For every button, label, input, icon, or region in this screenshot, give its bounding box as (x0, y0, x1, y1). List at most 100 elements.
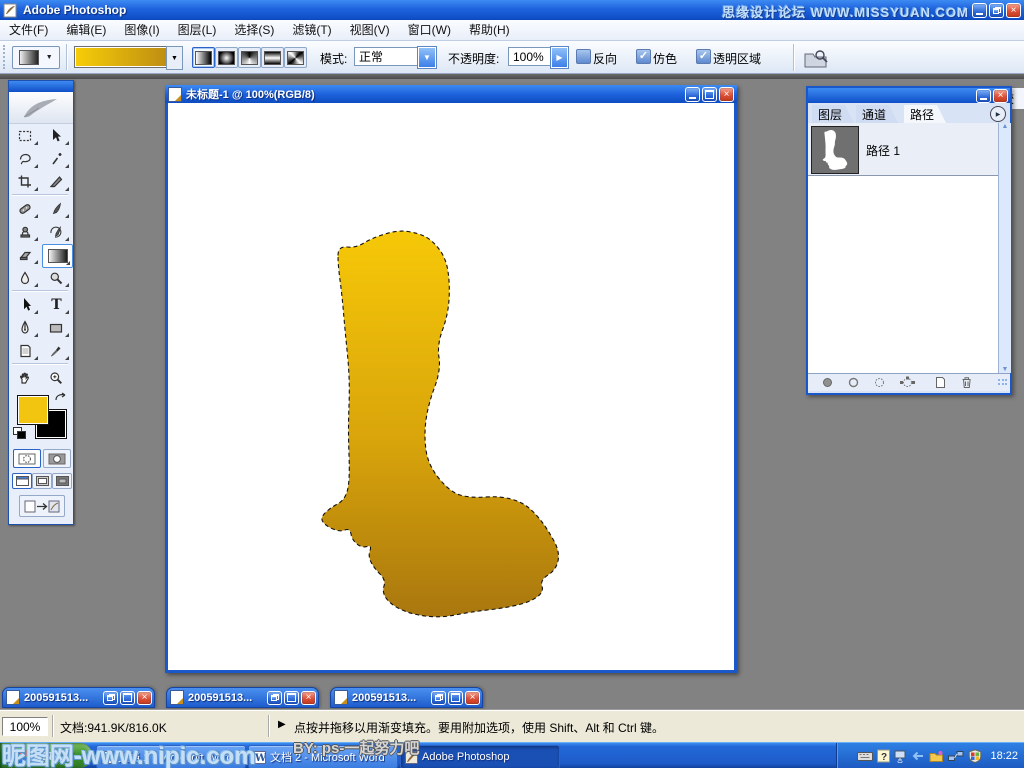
foreground-color-swatch[interactable] (17, 395, 49, 425)
shape-tool[interactable] (42, 317, 71, 339)
magic-wand-tool[interactable] (42, 148, 71, 170)
linear-gradient-button[interactable] (192, 47, 215, 68)
restore-button[interactable] (989, 3, 1004, 18)
minimized-document-2[interactable]: 200591513... × (166, 687, 319, 708)
zoom-level-field[interactable]: 100% (2, 717, 48, 736)
dodge-tool[interactable] (42, 267, 71, 289)
pen-tool[interactable] (11, 317, 40, 339)
blend-mode-select[interactable]: 正常 (354, 47, 422, 66)
standard-mode-button[interactable] (13, 449, 41, 468)
notes-tool[interactable] (11, 340, 40, 362)
zoom-tool[interactable] (42, 367, 71, 389)
stroke-path-button[interactable] (847, 376, 860, 389)
doc-maximize-button[interactable] (702, 87, 717, 102)
minimize-button[interactable] (972, 3, 987, 18)
path-thumbnail[interactable] (811, 126, 859, 174)
keyboard-icon[interactable] (857, 749, 873, 763)
make-work-path-button[interactable] (899, 376, 916, 389)
fullscreen-mode-button[interactable] (52, 473, 72, 489)
transparency-checkbox[interactable]: ✓ (696, 49, 711, 64)
status-expand-icon[interactable]: ▶ (278, 719, 286, 730)
menu-help[interactable]: 帮助(H) (460, 20, 519, 40)
doc-minimize-button[interactable] (685, 87, 700, 102)
quick-mask-mode-button[interactable] (43, 449, 71, 468)
tab-layers[interactable]: 图层 (812, 105, 854, 123)
min-maximize-button[interactable] (120, 691, 135, 705)
scroll-down-icon[interactable]: ▼ (1002, 366, 1009, 373)
fullscreen-menubar-mode-button[interactable] (32, 473, 52, 489)
fill-path-button[interactable] (821, 376, 834, 389)
crop-tool[interactable] (11, 171, 40, 193)
dither-checkbox[interactable]: ✓ (636, 49, 651, 64)
default-colors-icon[interactable] (13, 427, 27, 439)
tab-channels[interactable]: 通道 (856, 105, 898, 123)
canvas[interactable] (168, 103, 734, 670)
eyedropper-tool[interactable] (42, 340, 71, 362)
opacity-input[interactable]: 100% (508, 47, 556, 66)
rectangular-marquee-tool[interactable] (11, 125, 40, 147)
minimized-document-3[interactable]: 200591513... × (330, 687, 483, 708)
blend-mode-dropdown-button[interactable]: ▼ (418, 47, 436, 68)
standard-screen-mode-button[interactable] (12, 473, 32, 489)
taskbar-clock[interactable]: 18:22 (990, 750, 1018, 762)
new-path-button[interactable] (934, 376, 947, 389)
hand-tool[interactable] (11, 367, 40, 389)
security-shield-icon[interactable] (968, 749, 982, 763)
minimized-document-1[interactable]: 200591513... × (2, 687, 155, 708)
menu-file[interactable]: 文件(F) (0, 20, 57, 40)
shared-folder-icon[interactable] (929, 749, 944, 763)
menu-edit[interactable]: 编辑(E) (57, 20, 115, 40)
reflected-gradient-button[interactable] (261, 47, 284, 68)
task-photoshop[interactable]: Adobe Photoshop (400, 745, 560, 768)
min-restore-button[interactable] (103, 691, 118, 705)
slice-tool[interactable] (42, 171, 71, 193)
move-tool[interactable] (42, 125, 71, 147)
brush-tool[interactable] (42, 198, 71, 220)
menu-filter[interactable]: 滤镜(T) (283, 20, 340, 40)
network-icon[interactable] (948, 749, 964, 763)
min-maximize-button[interactable] (448, 691, 463, 705)
menu-select[interactable]: 选择(S) (225, 20, 283, 40)
display-settings-icon[interactable] (894, 749, 906, 763)
eraser-tool[interactable] (11, 244, 40, 266)
gradient-tool-selected[interactable] (42, 244, 73, 268)
help-icon[interactable]: ? (877, 749, 890, 763)
panel-menu-button[interactable]: ▶ (990, 106, 1006, 122)
toolbox-titlebar[interactable] (9, 81, 73, 92)
min-close-button[interactable]: × (137, 691, 152, 705)
min-restore-button[interactable] (267, 691, 282, 705)
doc-close-button[interactable]: × (719, 87, 734, 102)
scroll-up-icon[interactable]: ▲ (1002, 123, 1009, 130)
min-maximize-button[interactable] (284, 691, 299, 705)
gradient-picker-arrow[interactable]: ▼ (166, 46, 183, 70)
load-path-as-selection-button[interactable] (873, 376, 886, 389)
path-row[interactable]: 路径 1 (808, 123, 998, 176)
panel-close-button[interactable]: × (993, 89, 1008, 103)
swap-colors-icon[interactable] (53, 391, 69, 405)
tool-preset-picker[interactable]: ▼ (12, 46, 60, 69)
type-tool[interactable]: T (42, 294, 71, 316)
document-size-info[interactable]: 文档:941.9K/816.0K (60, 719, 167, 736)
panel-scrollbar[interactable]: ▲ ▼ (998, 123, 1011, 373)
options-grip[interactable] (3, 45, 5, 69)
file-browser-icon[interactable] (802, 46, 830, 69)
document-titlebar[interactable]: 未标题-1 @ 100%(RGB/8) × (165, 85, 737, 103)
menu-window[interactable]: 窗口(W) (399, 20, 460, 40)
reverse-checkbox[interactable] (576, 49, 591, 64)
edit-in-imageready-button[interactable] (19, 495, 65, 517)
diamond-gradient-button[interactable] (284, 47, 307, 68)
lasso-tool[interactable] (11, 148, 40, 170)
panel-minimize-button[interactable] (976, 89, 991, 103)
panel-titlebar[interactable]: × (808, 88, 1010, 103)
menu-layer[interactable]: 图层(L) (169, 20, 226, 40)
min-close-button[interactable]: × (301, 691, 316, 705)
min-close-button[interactable]: × (465, 691, 480, 705)
min-restore-button[interactable] (431, 691, 446, 705)
close-button[interactable]: × (1006, 3, 1021, 18)
radial-gradient-button[interactable] (215, 47, 238, 68)
history-brush-tool[interactable] (42, 221, 71, 243)
path-selection-tool[interactable] (11, 294, 40, 316)
gradient-preview[interactable] (74, 46, 168, 68)
menu-view[interactable]: 视图(V) (341, 20, 399, 40)
healing-brush-tool[interactable] (11, 198, 40, 220)
